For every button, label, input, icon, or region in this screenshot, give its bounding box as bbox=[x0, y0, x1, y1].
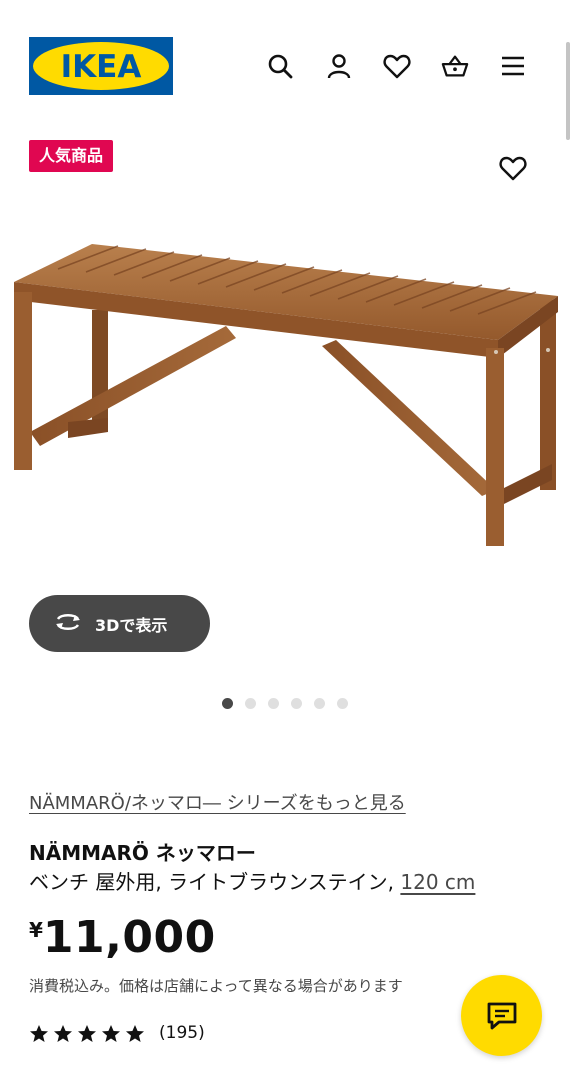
chat-icon bbox=[487, 1002, 516, 1029]
tax-note: 消費税込み。価格は店舗によって異なる場合があります bbox=[29, 977, 403, 995]
view-3d-label: 3Dで表示 bbox=[95, 615, 168, 635]
user-icon[interactable] bbox=[325, 52, 353, 80]
menu-icon[interactable] bbox=[499, 52, 527, 80]
product-name: NÄMMARÖ ネッマロー bbox=[29, 841, 256, 865]
star-icon bbox=[54, 1024, 72, 1042]
view-3d-button[interactable]: 3Dで表示 bbox=[29, 595, 210, 652]
star-icon bbox=[78, 1024, 96, 1042]
star-icon bbox=[126, 1024, 144, 1042]
basket-icon[interactable] bbox=[441, 52, 469, 80]
product-size-link[interactable]: 120 cm bbox=[400, 870, 475, 894]
carousel-dot-6[interactable] bbox=[337, 698, 348, 709]
page-scrollbar[interactable] bbox=[566, 42, 570, 140]
popular-badge: 人気商品 bbox=[29, 140, 114, 172]
star-icon bbox=[102, 1024, 120, 1042]
image-carousel-indicator bbox=[0, 698, 573, 712]
product-image[interactable] bbox=[0, 200, 573, 600]
star-icon bbox=[30, 1024, 48, 1042]
price-value: 11,000 bbox=[42, 912, 216, 963]
site-header: IKEA bbox=[0, 0, 573, 110]
carousel-dot-3[interactable] bbox=[268, 698, 279, 709]
price-currency: ¥ bbox=[29, 918, 43, 942]
rotate-3d-icon bbox=[53, 612, 83, 636]
rating-stars bbox=[29, 1024, 145, 1043]
search-icon[interactable] bbox=[266, 52, 294, 80]
product-price: ¥11,000 bbox=[29, 912, 216, 963]
product-rating[interactable]: (195) bbox=[29, 1020, 205, 1046]
product-description-text: ベンチ 屋外用, ライトブラウンステイン, bbox=[29, 870, 395, 894]
heart-icon[interactable] bbox=[383, 52, 411, 80]
carousel-dot-4[interactable] bbox=[291, 698, 302, 709]
chat-button[interactable] bbox=[461, 975, 542, 1056]
carousel-dot-1[interactable] bbox=[222, 698, 233, 709]
svg-text:IKEA: IKEA bbox=[61, 49, 142, 85]
carousel-dot-5[interactable] bbox=[314, 698, 325, 709]
series-link[interactable]: NÄMMARÖ/ネッマロ― シリーズをもっと見る bbox=[29, 789, 406, 815]
ikea-logo[interactable]: IKEA bbox=[29, 37, 173, 95]
product-description: ベンチ 屋外用, ライトブラウンステイン, 120 cm bbox=[29, 866, 475, 895]
review-count: (195) bbox=[159, 1023, 205, 1043]
add-to-favourites-button[interactable] bbox=[497, 152, 529, 184]
heart-icon bbox=[499, 156, 527, 181]
carousel-dot-2[interactable] bbox=[245, 698, 256, 709]
